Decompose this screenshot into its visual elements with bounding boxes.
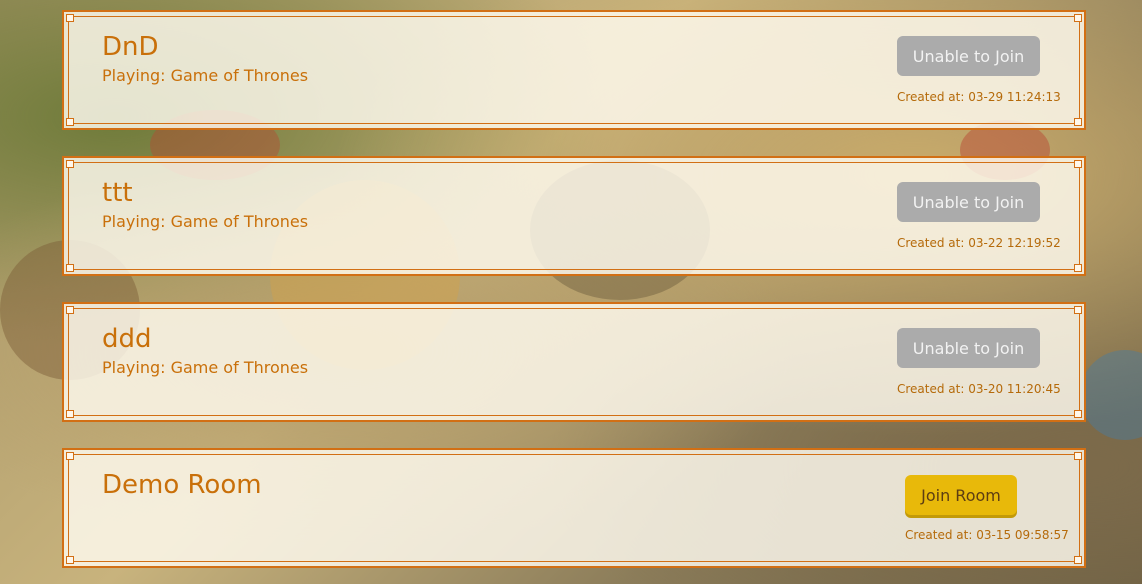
frame-corner xyxy=(1074,452,1082,460)
room-created-at: Created at: 03-20 11:20:45 xyxy=(897,382,1061,396)
frame-corner xyxy=(1074,14,1082,22)
unable-to-join-button[interactable]: Unable to Join xyxy=(897,36,1040,76)
frame-corner xyxy=(1074,264,1082,272)
unable-to-join-button[interactable]: Unable to Join xyxy=(897,182,1040,222)
room-card: ddd Playing: Game of Thrones Unable to J… xyxy=(62,302,1086,422)
board-token-shape xyxy=(1080,350,1142,440)
frame-corner xyxy=(1074,306,1082,314)
room-game: Playing: Game of Thrones xyxy=(102,212,309,231)
room-name: DnD xyxy=(102,32,159,62)
room-created-at: Created at: 03-22 12:19:52 xyxy=(897,236,1061,250)
frame-corner xyxy=(66,160,74,168)
frame-corner xyxy=(1074,410,1082,418)
join-room-button[interactable]: Join Room xyxy=(905,475,1017,515)
room-game: Playing: Game of Thrones xyxy=(102,66,309,85)
frame-corner xyxy=(1074,160,1082,168)
room-name: ttt xyxy=(102,178,133,208)
room-name: Demo Room xyxy=(102,470,262,500)
room-created-at: Created at: 03-29 11:24:13 xyxy=(897,90,1061,104)
frame-corner xyxy=(66,306,74,314)
frame-corner xyxy=(66,264,74,272)
unable-to-join-button[interactable]: Unable to Join xyxy=(897,328,1040,368)
frame-corner xyxy=(66,118,74,126)
frame-corner xyxy=(66,452,74,460)
room-created-at: Created at: 03-15 09:58:57 xyxy=(905,528,1069,542)
room-card: ttt Playing: Game of Thrones Unable to J… xyxy=(62,156,1086,276)
room-name: ddd xyxy=(102,324,152,354)
room-card: Demo Room Join Room Created at: 03-15 09… xyxy=(62,448,1086,568)
frame-corner xyxy=(1074,556,1082,564)
frame-corner xyxy=(66,14,74,22)
room-card: DnD Playing: Game of Thrones Unable to J… xyxy=(62,10,1086,130)
frame-corner xyxy=(66,556,74,564)
frame-corner xyxy=(66,410,74,418)
room-game: Playing: Game of Thrones xyxy=(102,358,309,377)
frame-corner xyxy=(1074,118,1082,126)
